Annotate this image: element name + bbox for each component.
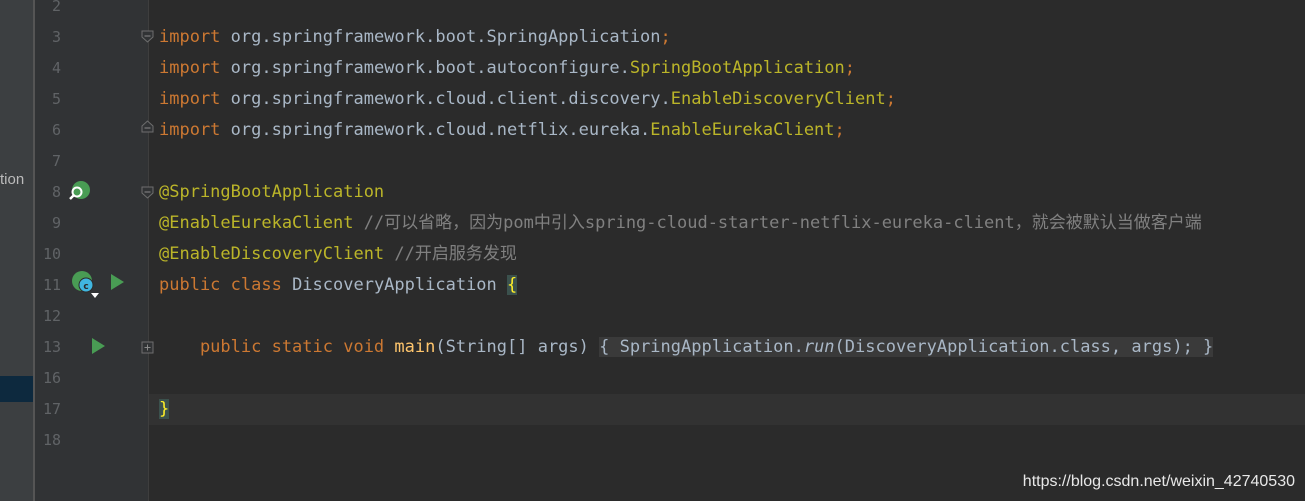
code-token: ;	[834, 120, 845, 140]
code-token: import	[159, 27, 221, 47]
code-token: org.springframework.boot.SpringApplicati…	[220, 27, 661, 47]
code-text[interactable]: public static void main(String[] args) {…	[159, 332, 1214, 363]
code-text[interactable]: import org.springframework.boot.autoconf…	[159, 53, 855, 84]
svg-text:c: c	[83, 282, 88, 292]
code-token: import	[159, 120, 221, 140]
spring-class-icon[interactable]: c	[68, 270, 104, 300]
code-text[interactable]: import org.springframework.boot.SpringAp…	[159, 22, 671, 53]
code-token: ; }	[1182, 337, 1214, 357]
code-text[interactable]: }	[159, 394, 170, 425]
code-text[interactable]: @EnableEurekaClient //可以省略，因为pom中引入sprin…	[159, 208, 1202, 239]
code-token: run	[803, 337, 835, 357]
watermark: https://blog.csdn.net/weixin_42740530	[1022, 473, 1295, 490]
code-line[interactable]: 3 import org.springframework.boot.SpringA…	[0, 22, 1305, 53]
line-number: 8	[51, 183, 61, 201]
line-number: 2	[51, 0, 61, 15]
code-token: //开启服务发现	[384, 244, 517, 264]
code-text[interactable]: public class DiscoveryApplication {	[159, 270, 518, 301]
code-text[interactable]: import org.springframework.cloud.client.…	[159, 84, 896, 115]
code-token: org.springframework.boot.autoconfigure.	[220, 58, 630, 78]
code-text[interactable]: @EnableDiscoveryClient //开启服务发现	[159, 239, 517, 270]
line-number: 9	[51, 214, 61, 232]
code-line[interactable]: 16	[0, 363, 1305, 394]
code-line[interactable]: 7	[0, 146, 1305, 177]
code-line[interactable]: 6 import org.springframework.cloud.netfli…	[0, 115, 1305, 146]
code-line[interactable]: 13 public static void main(String[] args…	[0, 332, 1305, 363]
code-token: EnableDiscoveryClient	[670, 89, 886, 109]
code-token: { SpringApplication.	[599, 337, 804, 357]
line-number: 18	[42, 431, 61, 449]
code-token: @EnableEurekaClient	[159, 213, 354, 233]
fold-start-icon[interactable]	[141, 30, 154, 43]
code-token: //可以省略，因为pom中引入spring-cloud-starter-netf…	[353, 213, 1202, 233]
fold-start-icon[interactable]	[141, 186, 154, 199]
code-text[interactable]: @SpringBootApplication	[159, 177, 384, 208]
line-number: 16	[42, 369, 61, 387]
line-number: 7	[51, 152, 61, 170]
line-number: 10	[42, 245, 61, 263]
code-line[interactable]: 12	[0, 301, 1305, 332]
code-token: DiscoveryApplication	[281, 275, 507, 295]
code-token: ;	[885, 89, 896, 109]
line-number: 17	[42, 400, 61, 418]
code-token: @EnableDiscoveryClient	[159, 244, 385, 264]
code-token: (String[] args)	[435, 337, 600, 357]
code-line[interactable]: 2	[0, 0, 1305, 22]
code-token: (DiscoveryApplication.	[834, 337, 1060, 357]
code-token: public class	[159, 275, 282, 295]
code-line[interactable]: 11 public class DiscoveryApplication {	[0, 270, 1305, 301]
line-number: 5	[51, 90, 61, 108]
code-token: ;	[844, 58, 856, 78]
line-number: 6	[51, 121, 61, 139]
code-line[interactable]: 9 @EnableEurekaClient //可以省略，因为pom中引入spri…	[0, 208, 1305, 239]
code-token: org.springframework.cloud.client.discove…	[220, 89, 671, 109]
code-line[interactable]: 18	[0, 425, 1305, 456]
code-token: org.springframework.cloud.netflix.eureka…	[220, 120, 651, 140]
code-token: import	[159, 58, 221, 78]
line-number: 3	[51, 28, 61, 46]
code-line[interactable]: 17}	[0, 394, 1305, 425]
fold-end-icon[interactable]	[141, 120, 154, 133]
code-token: }	[159, 399, 170, 419]
code-token: @SpringBootApplication	[159, 182, 385, 202]
code-line[interactable]: 10 @EnableDiscoveryClient //开启服务发现	[0, 239, 1305, 270]
line-number: 4	[51, 59, 61, 77]
code-token: ;	[660, 27, 671, 47]
line-number: 13	[42, 338, 61, 356]
code-token: class,	[1059, 337, 1132, 357]
run-icon[interactable]	[108, 272, 126, 292]
fold-expand-icon[interactable]	[141, 341, 154, 354]
code-line[interactable]: 4 import org.springframework.boot.autocon…	[0, 53, 1305, 84]
code-token: import	[159, 89, 221, 109]
code-token: main	[394, 337, 436, 357]
code-token: public static void	[159, 337, 395, 357]
code-line[interactable]: 5 import org.springframework.cloud.client…	[0, 84, 1305, 115]
code-token: EnableEurekaClient	[650, 120, 835, 140]
code-text[interactable]: import org.springframework.cloud.netflix…	[159, 115, 845, 146]
spring-bean-icon[interactable]	[68, 180, 92, 202]
line-number: 11	[42, 276, 61, 294]
code-token: {	[507, 275, 518, 295]
line-number: 12	[42, 307, 61, 325]
code-token: args)	[1131, 337, 1183, 357]
code-token: SpringBootApplication	[629, 58, 845, 78]
code-line[interactable]: 8 @SpringBootApplication	[0, 177, 1305, 208]
run-icon[interactable]	[89, 336, 107, 356]
